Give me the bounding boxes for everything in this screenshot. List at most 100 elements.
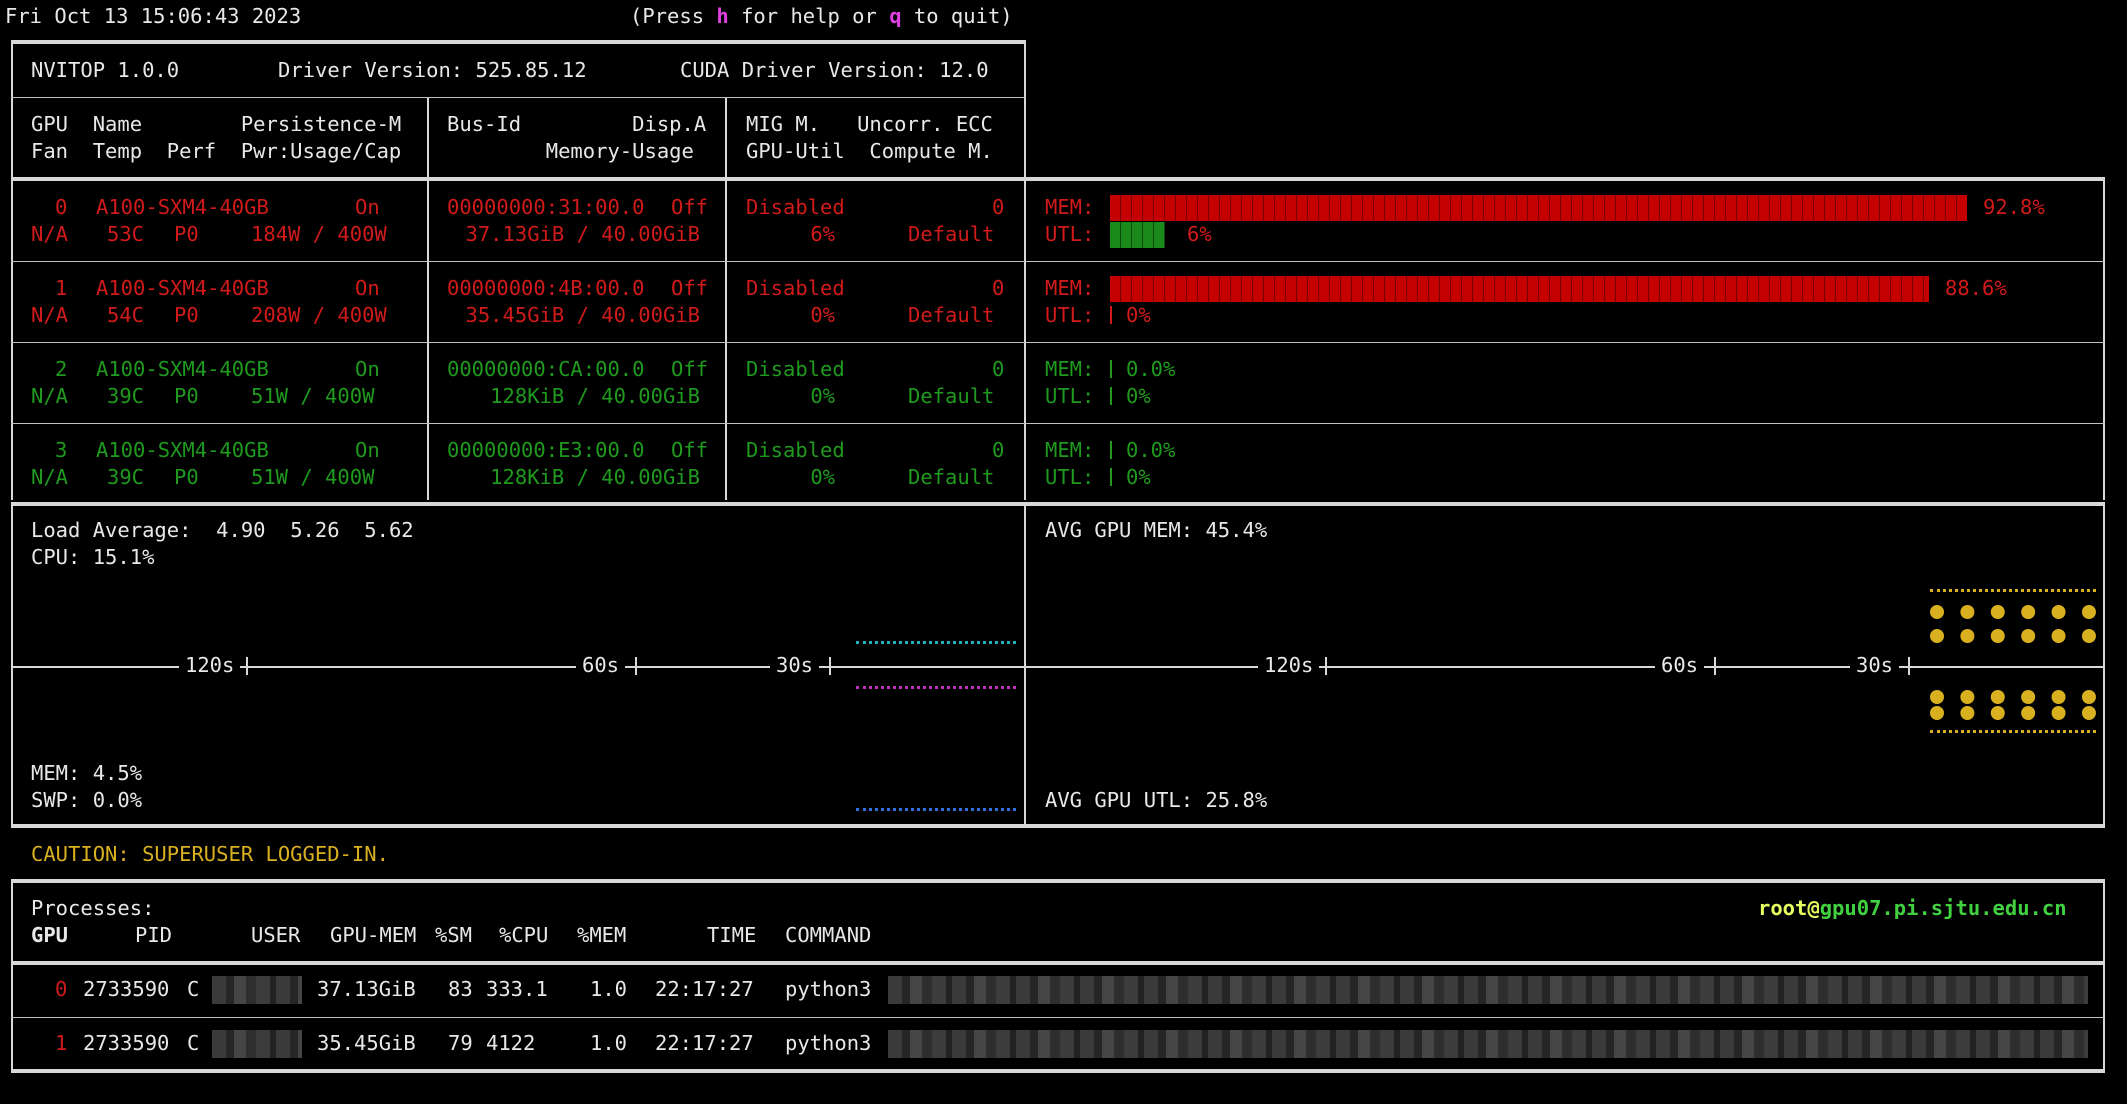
table-left-border xyxy=(11,42,13,500)
proc-mem: 1.0 xyxy=(590,977,628,1001)
memory-percent: 0.0% xyxy=(1126,438,1176,462)
gpu-name: A100-SXM4-40GB xyxy=(96,438,269,462)
gpu-mig-mode: Disabled xyxy=(746,438,845,462)
gpu-tick-mark xyxy=(1325,657,1327,675)
proc-header-mem: %MEM xyxy=(577,923,627,947)
proc-cpu: 4122 xyxy=(486,1031,536,1055)
gpu-util-history-mark xyxy=(1930,730,2096,733)
gpu-row-separator xyxy=(11,423,2105,424)
caution-message: CAUTION: SUPERUSER LOGGED-IN. xyxy=(31,842,389,866)
col-header-a2: Fan Temp Perf Pwr:Usage/Cap xyxy=(31,139,402,163)
cpu-percent: CPU: 15.1% xyxy=(31,545,155,569)
gpu-time-axis xyxy=(1026,666,2103,668)
gpu-util-bar xyxy=(1110,468,1112,486)
col-sep-2 xyxy=(725,98,727,500)
history-top-border xyxy=(11,502,2105,506)
gpu-util-percent: 6% xyxy=(1187,222,1212,246)
util-bar-label: UTL: xyxy=(1045,384,1095,408)
gpu-tick-30s: 30s xyxy=(1850,652,1900,679)
proc-header-sm: %SM xyxy=(435,923,473,947)
gpu-name: A100-SXM4-40GB xyxy=(96,276,269,300)
gpu-power: 51W / 400W xyxy=(251,384,375,408)
util-bar-label: UTL: xyxy=(1045,465,1095,489)
help-key[interactable]: h xyxy=(716,4,728,28)
proc-time: 22:17:27 xyxy=(655,977,754,1001)
help-hint: (Press h for help or q to quit) xyxy=(630,4,1013,28)
host-tick-mark xyxy=(246,657,248,675)
gpu-bus-id: 00000000:E3:00.0 xyxy=(447,438,645,462)
proc-gpu-mem: 37.13GiB xyxy=(317,977,416,1001)
gpu-persistence: On xyxy=(355,276,380,300)
gpu-tick-mark xyxy=(1714,657,1716,675)
host-tick-mark xyxy=(829,657,831,675)
proc-command: python3 xyxy=(785,977,872,1001)
quit-key[interactable]: q xyxy=(889,4,901,28)
processes-left-border xyxy=(11,881,13,1071)
gpu-index: 0 xyxy=(55,195,68,219)
memory-usage-bar xyxy=(1110,360,1112,378)
proc-header-time: TIME xyxy=(707,923,757,947)
col-header-b2: Memory-Usage xyxy=(447,139,694,163)
user-host: root@gpu07.pi.sjtu.edu.cn xyxy=(1758,896,2067,920)
processes-top-border xyxy=(11,879,2105,883)
proc-type: C xyxy=(187,1031,200,1055)
gpu-perf: P0 xyxy=(174,222,199,246)
proc-gpu-index: 1 xyxy=(55,1031,68,1055)
gpu-mig-mode: Disabled xyxy=(746,195,845,219)
proc-pid: 2733590 xyxy=(83,977,170,1001)
util-bar-label: UTL: xyxy=(1045,303,1095,327)
memory-percent: 92.8% xyxy=(1983,195,2045,219)
gpu-util-bar xyxy=(1110,306,1112,324)
gpu-disp: Off xyxy=(671,357,709,381)
gpu-memory-usage: 35.45GiB / 40.00GiB xyxy=(465,303,701,327)
gpu-util-percent: 0% xyxy=(1126,384,1151,408)
mem-bar-label: MEM: xyxy=(1045,276,1095,300)
avg-gpu-utl: AVG GPU UTL: 25.8% xyxy=(1045,788,1268,812)
gpu-index: 2 xyxy=(55,357,68,381)
processes-header-separator xyxy=(11,961,2105,965)
host-time-axis xyxy=(12,666,1024,668)
table-top-border xyxy=(11,40,1026,44)
mem-bar-label: MEM: xyxy=(1045,195,1095,219)
gpu-index: 1 xyxy=(55,276,68,300)
gpu-util: 0% xyxy=(810,384,835,408)
swap-percent: SWP: 0.0% xyxy=(31,788,143,812)
app-version: NVITOP 1.0.0 xyxy=(31,58,180,82)
bars-right-border xyxy=(2103,179,2105,500)
gpu-temp: 39C xyxy=(107,384,145,408)
gpu-bus-id: 00000000:31:00.0 xyxy=(447,195,645,219)
host-tick-30s: 30s xyxy=(770,652,820,679)
gpu-disp: Off xyxy=(671,195,709,219)
gpu-util-percent: 0% xyxy=(1126,303,1151,327)
host-tick-mark xyxy=(635,657,637,675)
history-left-border xyxy=(11,504,13,826)
gpu-perf: P0 xyxy=(174,384,199,408)
gpu-disp: Off xyxy=(671,438,709,462)
datetime: Fri Oct 13 15:06:43 2023 xyxy=(5,4,302,28)
info-separator xyxy=(11,97,1026,98)
util-bar-label: UTL: xyxy=(1045,222,1095,246)
proc-sm: 83 xyxy=(448,977,473,1001)
col-header-a1: GPU Name Persistence-M xyxy=(31,112,402,136)
gpu-bus-id: 00000000:4B:00.0 xyxy=(447,276,645,300)
processes-bottom-border xyxy=(11,1069,2105,1073)
col-header-c2: GPU-Util Compute M. xyxy=(746,139,993,163)
proc-header-user: USER xyxy=(251,923,301,947)
redacted-command-args xyxy=(888,976,2088,1004)
gpu-util: 0% xyxy=(810,303,835,327)
cpu-history-line xyxy=(856,641,1016,644)
gpu-util-bar xyxy=(1110,387,1112,405)
gpu-util-percent: 0% xyxy=(1126,465,1151,489)
gpu-row-separator xyxy=(11,342,2105,343)
proc-header-gpu: GPU xyxy=(31,923,69,947)
proc-header-pid: PID xyxy=(135,923,173,947)
cuda-version: CUDA Driver Version: 12.0 xyxy=(680,58,989,82)
gpu-name: A100-SXM4-40GB xyxy=(96,195,269,219)
gpu-row-separator xyxy=(11,261,2105,262)
gpu-util: 6% xyxy=(810,222,835,246)
gpu-temp: 54C xyxy=(107,303,145,327)
gpu-header-separator xyxy=(11,177,2105,181)
memory-usage-bar xyxy=(1110,276,1929,302)
gpu-power: 208W / 400W xyxy=(251,303,387,327)
process-row-separator xyxy=(11,1017,2105,1018)
